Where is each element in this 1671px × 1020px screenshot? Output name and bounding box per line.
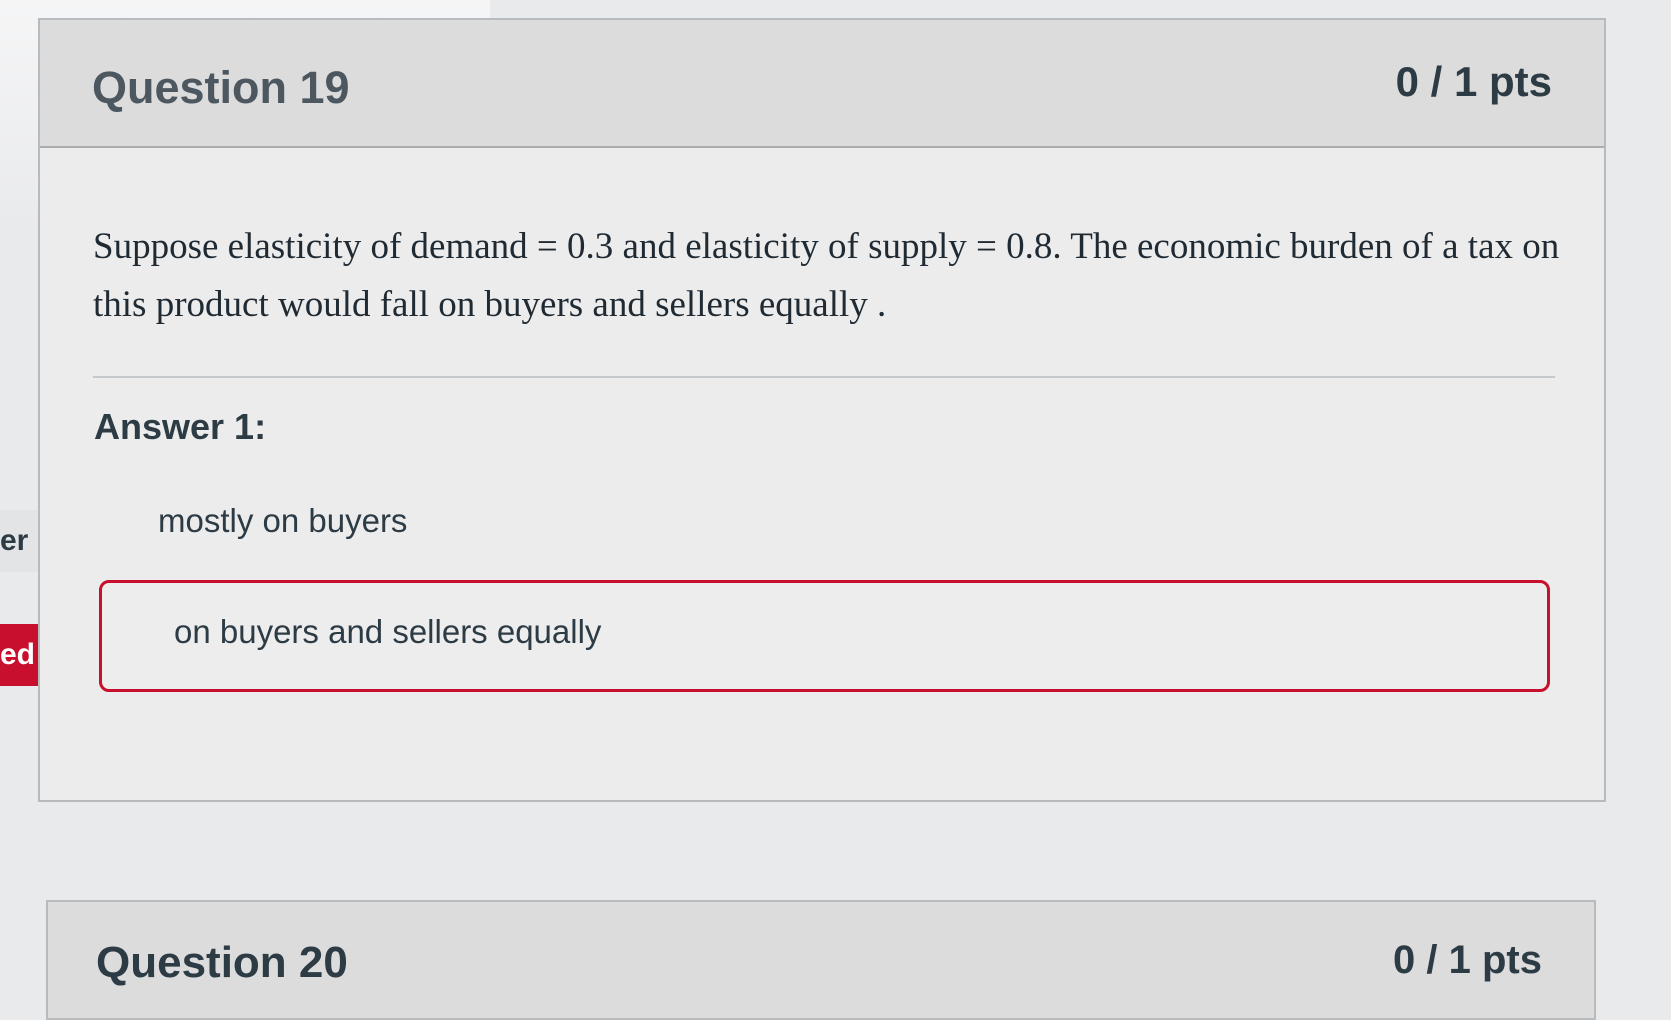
question-card: Question 19 0 / 1 pts Suppose elasticity… [38, 18, 1606, 802]
correct-answer-option: mostly on buyers [158, 502, 408, 539]
question-points: 0 / 1 pts [1395, 58, 1552, 105]
next-question-card: Question 20 0 / 1 pts [46, 900, 1596, 1020]
question-title: Question 19 [92, 62, 350, 113]
next-question-title: Question 20 [96, 938, 348, 987]
correct-answer-tag-label: er [0, 524, 29, 557]
question-header: Question 19 0 / 1 pts [40, 20, 1604, 148]
selected-answer-text: on buyers and sellers equally [174, 613, 602, 650]
question-text: Suppose elasticity of demand = 0.3 and e… [93, 226, 1560, 325]
divider [93, 376, 1555, 378]
selected-answer-box: on buyers and sellers equally [99, 580, 1550, 692]
selected-answer-tag-label: ed [0, 638, 36, 671]
next-question-points: 0 / 1 pts [1393, 938, 1542, 982]
answer-label: Answer 1: [94, 406, 267, 447]
